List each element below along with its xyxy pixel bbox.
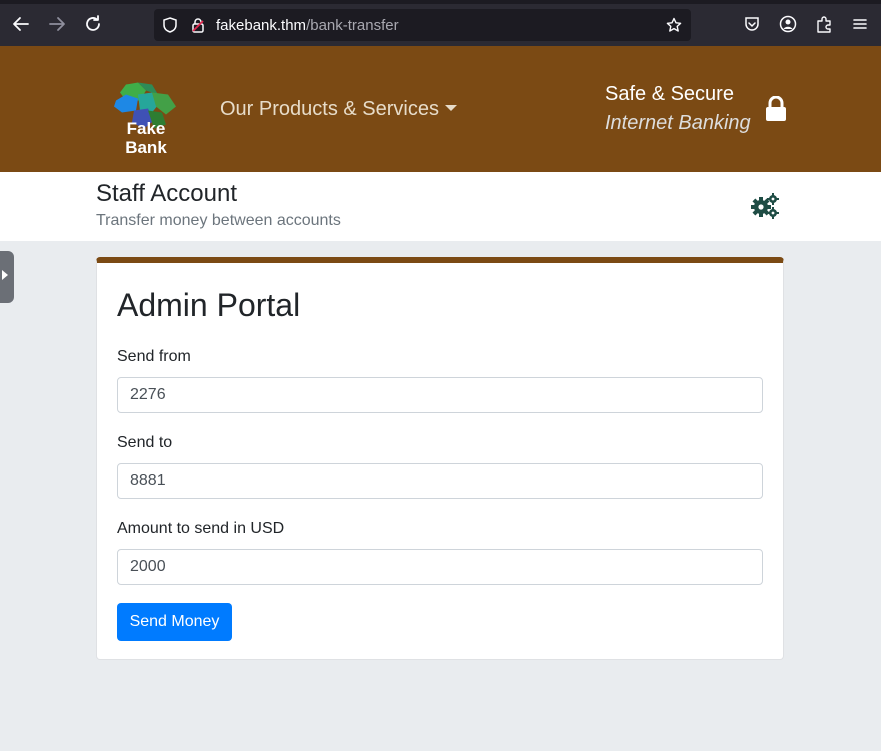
menu-icon[interactable] [850,14,870,34]
amount-input[interactable] [117,549,763,585]
sidebar-toggle-handle[interactable] [0,251,14,303]
staff-account-band: Staff Account Transfer money between acc… [0,172,881,241]
products-dropdown[interactable]: Our Products & Services [220,98,457,121]
send-from-input[interactable] [117,377,763,413]
lock-warning-icon[interactable] [190,17,206,33]
caret-down-icon [444,104,457,111]
tab-strip [0,0,881,4]
logo-text: Fake Bank [112,119,180,157]
extensions-icon[interactable] [814,14,834,34]
staff-account-subtitle: Transfer money between accounts [96,212,341,229]
admin-portal-title: Admin Portal [117,287,301,323]
staff-account-title: Staff Account [96,180,237,207]
back-icon[interactable] [11,14,31,34]
star-icon[interactable] [666,17,682,33]
products-label: Our Products & Services [220,98,439,120]
send-to-input[interactable] [117,463,763,499]
send-to-label: Send to [117,434,173,451]
internet-banking-text: Internet Banking [605,112,751,134]
lock-icon [766,96,786,121]
url-host: fakebank.thm [216,17,307,34]
settings-gears-icon[interactable] [750,192,780,220]
play-arrow-icon [2,270,8,280]
logo-line-1: Fake [126,119,166,138]
url-path: /bank-transfer [306,17,399,34]
pocket-icon[interactable] [742,14,762,34]
account-icon[interactable] [778,14,798,34]
send-money-button[interactable]: Send Money [117,603,232,641]
amount-label: Amount to send in USD [117,520,285,537]
site-header: Fake Bank Our Products & Services Safe &… [0,46,881,172]
url-text[interactable]: fakebank.thm/bank-transfer [216,17,399,34]
forward-icon[interactable] [47,14,67,34]
safe-secure-text: Safe & Secure [605,83,734,105]
shield-icon[interactable] [162,17,178,33]
url-bar[interactable]: fakebank.thm/bank-transfer [154,9,691,41]
logo-line-2: Bank [125,138,167,157]
reload-icon[interactable] [83,14,103,34]
admin-portal-card: Admin Portal Send from Send to Amount to… [96,257,784,660]
browser-toolbar: fakebank.thm/bank-transfer [0,0,881,47]
send-from-label: Send from [117,348,191,365]
